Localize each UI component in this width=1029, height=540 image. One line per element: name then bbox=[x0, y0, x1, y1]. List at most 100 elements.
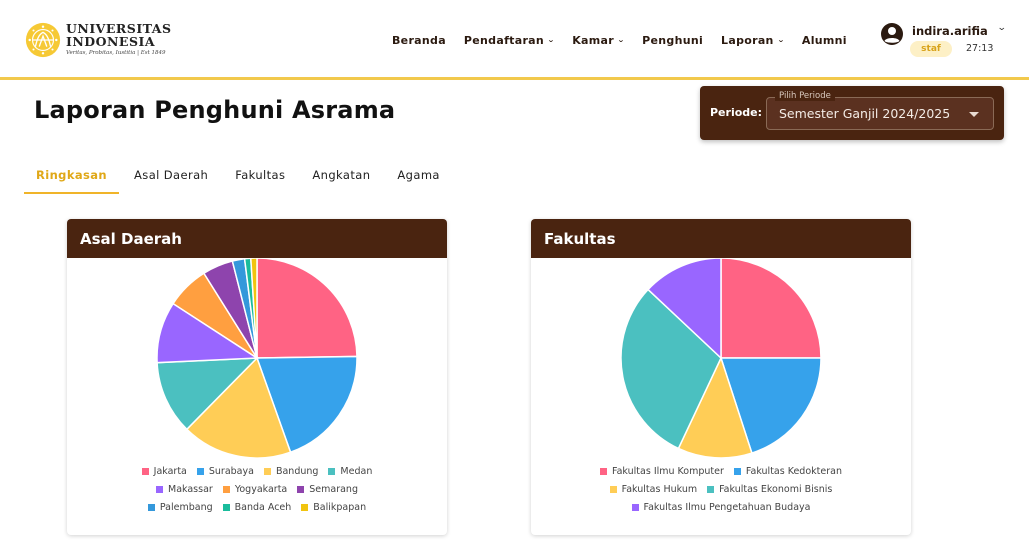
nav-label: Kamar bbox=[572, 33, 614, 47]
legend-item-surabaya[interactable]: Surabaya bbox=[196, 466, 254, 477]
legend-label: Medan bbox=[340, 466, 373, 477]
card-title: Asal Daerah bbox=[67, 219, 447, 258]
legend-label: Palembang bbox=[159, 502, 213, 513]
legend-item-balikpapan[interactable]: Balikpapan bbox=[301, 502, 366, 513]
nav-label: Beranda bbox=[392, 33, 446, 47]
legend-item-medan[interactable]: Medan bbox=[328, 466, 372, 477]
legend-row: Jakarta Surabaya Bandung Medan bbox=[67, 466, 447, 477]
nav-label: Pendaftaran bbox=[463, 33, 545, 47]
report-tabs: Ringkasan Asal Daerah Fakultas Angkatan … bbox=[24, 164, 467, 194]
legend-swatch bbox=[600, 468, 608, 475]
top-header: UNIVERSITAS INDONESIA Veritas, Probitas,… bbox=[0, 0, 1029, 80]
asal-daerah-legend: Jakarta Surabaya Bandung Medan Makassar Yogya… bbox=[67, 466, 447, 520]
legend-swatch bbox=[301, 504, 309, 511]
legend-row: Fakultas Ilmu Komputer Fakultas Kedoktera… bbox=[531, 466, 911, 477]
period-field-label: Pilih Periode bbox=[775, 91, 835, 101]
tab-ringkasan[interactable]: Ringkasan bbox=[24, 164, 120, 194]
legend-label: Banda Aceh bbox=[234, 502, 292, 513]
legend-swatch bbox=[297, 486, 305, 493]
legend-label: Bandung bbox=[275, 466, 319, 477]
chevron-down-icon: ⌄ bbox=[547, 36, 556, 44]
legend-label: Fakultas Ilmu Komputer bbox=[612, 466, 724, 477]
legend-item-yogyakarta[interactable]: Yogyakarta bbox=[222, 484, 288, 495]
chevron-down-icon: ⌄ bbox=[617, 36, 626, 44]
legend-item-bandung[interactable]: Bandung bbox=[263, 466, 319, 477]
tab-fakultas[interactable]: Fakultas bbox=[235, 164, 285, 194]
legend-item-fakultas-hukum[interactable]: Fakultas Hukum bbox=[609, 484, 698, 495]
legend-label: Fakultas Kedokteran bbox=[745, 466, 842, 477]
user-name: indira.arifia bbox=[912, 24, 988, 38]
legend-item-fakultas-kedokteran[interactable]: Fakultas Kedokteran bbox=[733, 466, 842, 477]
fakultas-card: Fakultas Fakultas Ilmu Komputer Fakultas … bbox=[531, 219, 911, 535]
nav-kamar[interactable]: Kamar ⌄ bbox=[572, 34, 624, 47]
legend-label: Fakultas Ilmu Pengetahuan Budaya bbox=[643, 502, 811, 513]
asal-daerah-pie-chart bbox=[156, 258, 358, 459]
session-timer: 27:13 bbox=[966, 43, 994, 54]
legend-swatch bbox=[707, 486, 715, 493]
legend-row: Fakultas Ilmu Pengetahuan Budaya bbox=[531, 502, 911, 513]
legend-swatch bbox=[733, 468, 741, 475]
legend-label: Makassar bbox=[168, 484, 213, 495]
legend-label: Surabaya bbox=[208, 466, 254, 477]
period-panel: Periode: Pilih Periode Semester Ganjil 2… bbox=[700, 86, 1004, 140]
legend-label: Semarang bbox=[309, 484, 358, 495]
legend-label: Fakultas Ekonomi Bisnis bbox=[719, 484, 833, 495]
caret-down-icon bbox=[969, 112, 979, 117]
chevron-down-icon: ⌄ bbox=[776, 36, 785, 44]
legend-label: Balikpapan bbox=[313, 502, 367, 513]
role-badge: staf bbox=[910, 41, 952, 57]
legend-swatch bbox=[147, 504, 155, 511]
nav-label: Laporan bbox=[721, 33, 774, 47]
logo-line-2: INDONESIA bbox=[66, 33, 156, 49]
legend-swatch bbox=[609, 486, 617, 493]
tab-agama[interactable]: Agama bbox=[397, 164, 439, 194]
legend-item-jakarta[interactable]: Jakarta bbox=[141, 466, 187, 477]
page-title: Laporan Penghuni Asrama bbox=[34, 96, 396, 124]
legend-item-semarang[interactable]: Semarang bbox=[297, 484, 358, 495]
logo-text: UNIVERSITAS INDONESIA Veritas, Probitas,… bbox=[66, 23, 172, 57]
account-circle-icon bbox=[881, 23, 903, 45]
nav-beranda[interactable]: Beranda bbox=[392, 34, 446, 47]
nav-label: Alumni bbox=[801, 33, 847, 47]
legend-item-banda-aceh[interactable]: Banda Aceh bbox=[222, 502, 292, 513]
legend-item-palembang[interactable]: Palembang bbox=[147, 502, 213, 513]
legend-swatch bbox=[196, 468, 204, 475]
legend-row: Palembang Banda Aceh Balikpapan bbox=[67, 502, 447, 513]
period-label: Periode: bbox=[710, 106, 763, 119]
legend-swatch bbox=[156, 486, 163, 493]
legend-label: Jakarta bbox=[153, 466, 187, 477]
fakultas-pie-chart bbox=[620, 258, 822, 459]
legend-swatch bbox=[222, 504, 230, 511]
nav-label: Penghuni bbox=[642, 33, 704, 47]
legend-swatch bbox=[631, 504, 639, 511]
asal-daerah-card: Asal Daerah Jakarta Surabaya Bandung Medan M… bbox=[67, 219, 447, 535]
legend-item-fakultas-ekonomi-bisnis[interactable]: Fakultas Ekonomi Bisnis bbox=[707, 484, 832, 495]
legend-item-fakultas-ilmu-komputer[interactable]: Fakultas Ilmu Komputer bbox=[600, 466, 724, 477]
legend-swatch bbox=[141, 468, 149, 475]
nav-penghuni[interactable]: Penghuni bbox=[642, 34, 703, 47]
legend-item-fakultas-ilmu-pengetahuan-budaya[interactable]: Fakultas Ilmu Pengetahuan Budaya bbox=[631, 502, 811, 513]
legend-row: Fakultas Hukum Fakultas Ekonomi Bisnis bbox=[531, 484, 911, 495]
card-title: Fakultas bbox=[531, 219, 911, 258]
legend-item-makassar[interactable]: Makassar bbox=[156, 484, 213, 495]
tab-asal-daerah[interactable]: Asal Daerah bbox=[134, 164, 208, 194]
fakultas-legend: Fakultas Ilmu Komputer Fakultas Kedoktera… bbox=[531, 466, 911, 520]
logo-tagline: Veritas, Probitas, Iustitia | Est 1849 bbox=[66, 50, 166, 57]
legend-swatch bbox=[263, 468, 271, 475]
tab-angkatan[interactable]: Angkatan bbox=[312, 164, 370, 194]
nav-pendaftaran[interactable]: Pendaftaran ⌄ bbox=[463, 33, 556, 47]
main-nav: Beranda Pendaftaran ⌄ Kamar ⌄ Penghuni Lap… bbox=[392, 31, 865, 49]
nav-laporan[interactable]: Laporan ⌄ bbox=[721, 34, 784, 47]
user-menu[interactable]: indira.arifia ⌄ staf 27:13 bbox=[880, 20, 1020, 64]
period-select[interactable]: Pilih Periode Semester Ganjil 2024/2025 bbox=[766, 91, 994, 130]
legend-swatch bbox=[328, 468, 336, 475]
legend-label: Fakultas Hukum bbox=[621, 484, 698, 495]
legend-row: Makassar Yogyakarta Semarang bbox=[67, 484, 447, 495]
university-logo[interactable]: UNIVERSITAS INDONESIA Veritas, Probitas,… bbox=[24, 18, 172, 62]
pie-slice-fakultas-ilmu-komputer[interactable] bbox=[720, 258, 822, 359]
pie-slice-jakarta[interactable] bbox=[256, 258, 358, 359]
makara-logo-icon bbox=[25, 22, 61, 58]
chevron-down-icon[interactable]: ⌄ bbox=[997, 23, 1007, 33]
nav-alumni[interactable]: Alumni bbox=[802, 34, 847, 47]
legend-label: Yogyakarta bbox=[234, 484, 288, 495]
